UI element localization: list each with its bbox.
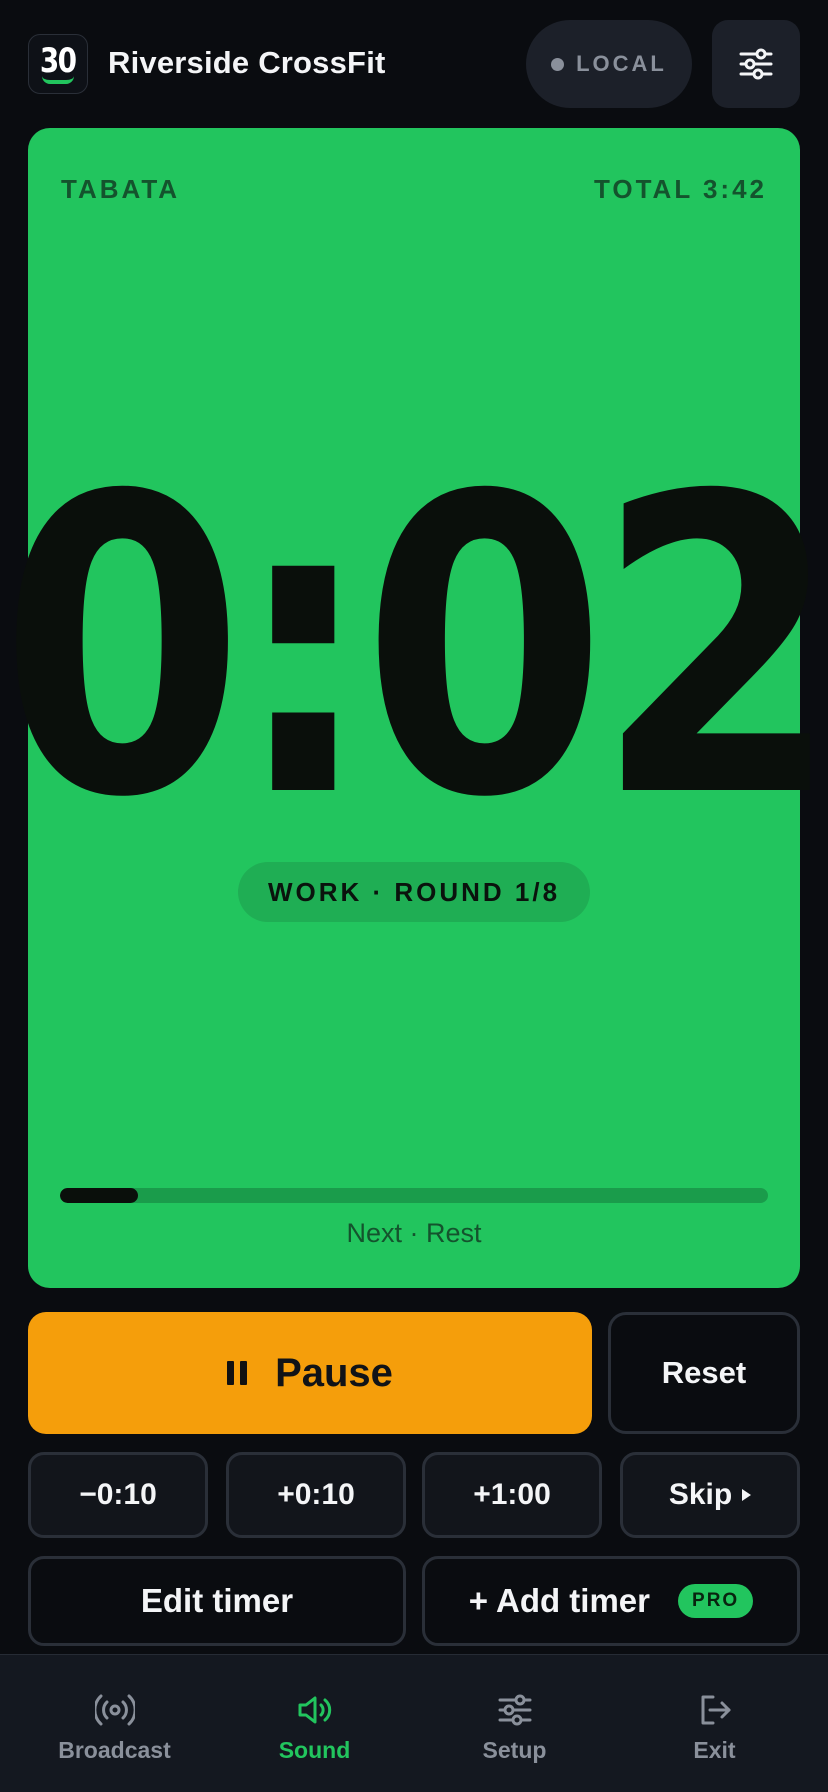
logo-text: 30 [40,41,77,81]
sliders-icon [739,48,773,80]
clock-text: 0:02 [0,409,828,887]
plus-10s-button[interactable]: +0:10 [226,1452,406,1538]
connection-mode-label: LOCAL [576,51,667,76]
gym-name: Riverside CrossFit [108,45,386,80]
nav-label-broadcast: Broadcast [58,1737,171,1763]
connection-mode-pill[interactable]: LOCAL [526,20,692,108]
nav-label-exit: Exit [693,1737,736,1763]
timer-mode-label: TABATA [61,174,181,204]
edit-timer-label: Edit timer [140,1582,294,1619]
nav-item-setup[interactable]: Setup [411,1655,618,1792]
settings-button[interactable] [712,20,800,108]
phase-text: WORK · ROUND 1/8 [267,876,561,907]
exit-icon [701,1695,730,1725]
status-dot-icon [551,57,565,71]
next-interval-label: Next · Rest [346,1218,482,1248]
plus-1min-button[interactable]: +1:00 [422,1452,602,1538]
add-timer-button[interactable]: + Add timer PRO [422,1556,800,1646]
interval-progress-fill [60,1188,138,1203]
total-time-label: TOTAL 3:42 [593,174,767,204]
pro-badge: PRO [678,1584,754,1618]
nav-item-sound[interactable]: Sound [211,1655,418,1792]
nav-item-exit[interactable]: Exit [611,1655,818,1792]
play-arrow-icon [742,1489,752,1501]
bottom-nav: Broadcast Sound Setup Exit [0,1654,828,1792]
app-logo: 30 [28,34,88,94]
header: 30 Riverside CrossFit LOCAL [0,0,828,128]
speaker-icon [298,1696,331,1724]
phase-badge: WORK · ROUND 1/8 [238,862,590,922]
skip-button[interactable]: Skip [620,1452,800,1538]
pause-button[interactable]: Pause [28,1312,592,1434]
nav-label-setup: Setup [482,1737,547,1763]
timer-app: 30 Riverside CrossFit LOCAL TABATA TOTAL… [0,0,828,1792]
nav-label-sound: Sound [278,1737,351,1763]
minus-10s-button[interactable]: −0:10 [28,1452,208,1538]
add-timer-label: + Add timer [468,1582,651,1619]
edit-timer-button[interactable]: Edit timer [28,1556,406,1646]
pause-label: Pause [275,1350,393,1395]
timer-card: TABATA TOTAL 3:42 0:02 WORK · ROUND 1/8 … [0,128,828,1288]
nav-item-broadcast[interactable]: Broadcast [11,1655,218,1792]
skip-label: Skip [668,1478,733,1511]
reset-button[interactable]: Reset [608,1312,800,1434]
broadcast-icon [94,1694,135,1726]
clock-display: 0:02 [0,443,828,853]
pause-icon [227,1361,248,1385]
interval-progress-bar [60,1188,768,1203]
sliders-icon [498,1694,531,1726]
